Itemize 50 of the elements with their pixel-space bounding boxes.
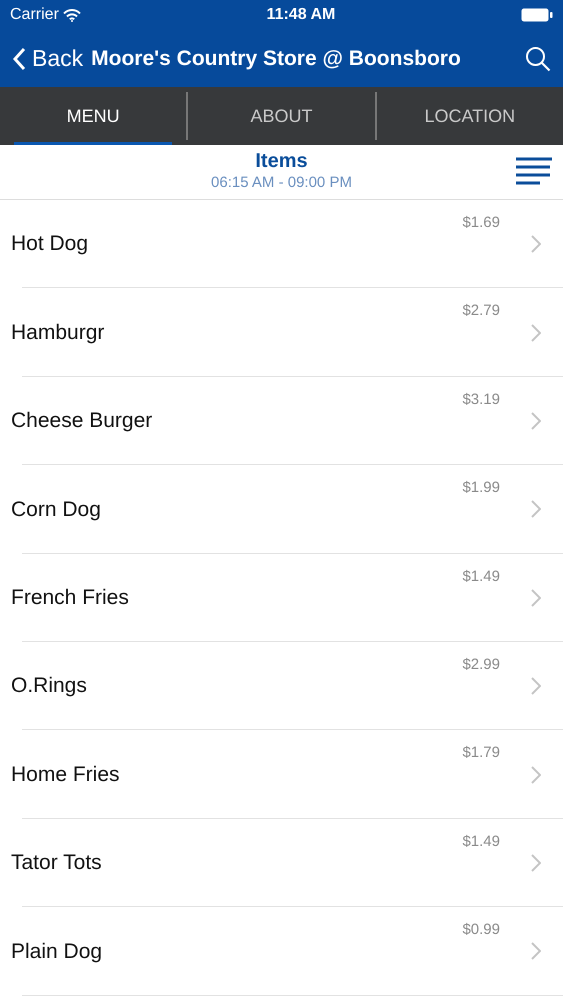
item-price: $2.79 bbox=[462, 301, 500, 322]
item-price: $3.19 bbox=[462, 390, 500, 410]
item-name: Plain Dog bbox=[11, 938, 102, 965]
chevron-right-icon bbox=[531, 942, 541, 960]
tab[interactable]: MENU bbox=[0, 87, 186, 145]
item-name: Hamburgr bbox=[11, 320, 104, 346]
back-button[interactable]: Back bbox=[12, 41, 84, 76]
menu-item-row[interactable]: Cheese Burger $3.19 bbox=[0, 376, 563, 466]
item-price: $0.99 bbox=[462, 920, 500, 940]
store-title: Moore's Country Store @ Boonsboro bbox=[91, 46, 461, 72]
menu-item-row[interactable]: Hamburgr $2.79 bbox=[0, 288, 563, 377]
item-price: $1.99 bbox=[462, 478, 500, 498]
item-price: $1.69 bbox=[462, 213, 500, 233]
item-price: $2.99 bbox=[462, 654, 500, 675]
item-price: $1.49 bbox=[462, 566, 500, 587]
search-button[interactable] bbox=[525, 46, 551, 72]
item-name: French Fries bbox=[11, 585, 129, 611]
wifi-icon bbox=[62, 8, 81, 22]
hours-label: 06:15 AM - 09:00 PM bbox=[211, 172, 352, 193]
chevron-right-icon bbox=[531, 766, 541, 784]
menu-item-row[interactable]: French Fries $1.49 bbox=[0, 554, 563, 642]
chevron-right-icon bbox=[531, 412, 541, 430]
section-title: Items bbox=[255, 150, 308, 172]
carrier-label: Carrier bbox=[10, 5, 59, 25]
chevron-left-icon bbox=[12, 46, 26, 70]
item-name: Corn Dog bbox=[11, 496, 101, 523]
chevron-right-icon bbox=[531, 588, 541, 607]
menu-item-row[interactable]: Tator Tots $1.49 bbox=[0, 818, 563, 908]
item-name: Cheese Burger bbox=[11, 408, 152, 434]
item-price: $1.79 bbox=[462, 743, 500, 764]
menu-item-row[interactable]: Home Fries $1.79 bbox=[0, 730, 563, 819]
tab[interactable]: ABOUT bbox=[188, 87, 375, 145]
menu-item-row[interactable]: O.Rings $2.99 bbox=[0, 642, 563, 730]
item-name: Tator Tots bbox=[11, 850, 102, 876]
menu-item-row[interactable]: Corn Dog $1.99 bbox=[0, 465, 563, 554]
item-name: Hot Dog bbox=[11, 231, 88, 258]
menu-item-row[interactable]: Plain Dog $0.99 bbox=[0, 907, 563, 996]
battery-icon bbox=[520, 8, 553, 22]
item-name: Home Fries bbox=[11, 762, 120, 788]
tab[interactable]: LOCATION bbox=[376, 87, 563, 145]
item-name: O.Rings bbox=[11, 673, 87, 700]
chevron-right-icon bbox=[531, 235, 541, 254]
chevron-right-icon bbox=[531, 854, 541, 872]
item-price: $1.49 bbox=[462, 832, 500, 852]
list-menu-button[interactable] bbox=[516, 157, 552, 185]
chevron-right-icon bbox=[531, 324, 541, 342]
chevron-right-icon bbox=[531, 677, 541, 696]
time-label: 11:48 AM bbox=[266, 5, 336, 25]
chevron-right-icon bbox=[531, 500, 541, 518]
menu-item-row[interactable]: Hot Dog $1.69 bbox=[0, 200, 563, 288]
